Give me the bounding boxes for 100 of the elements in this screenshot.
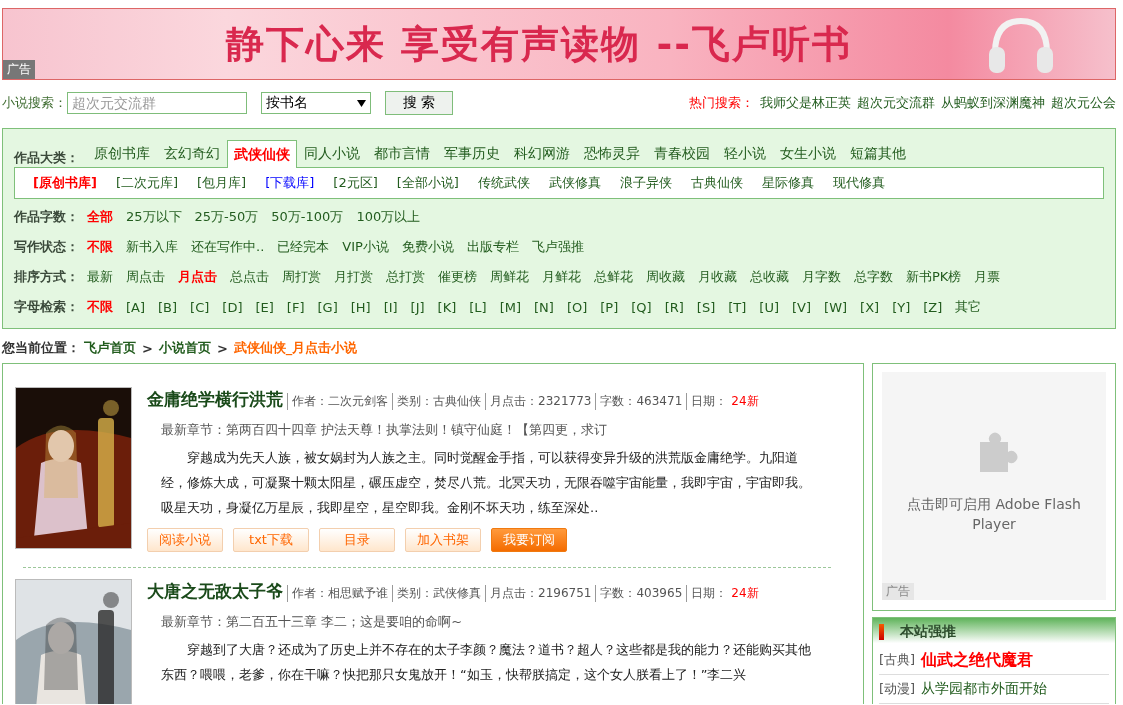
subcategory-link[interactable]: [原创书库]: [33, 174, 97, 192]
filter-option[interactable]: [C]: [190, 299, 210, 315]
filter-option[interactable]: [B]: [158, 299, 178, 315]
breadcrumb-link[interactable]: 小说首页: [158, 339, 211, 357]
filter-option[interactable]: [X]: [860, 299, 880, 315]
latest-chapter[interactable]: 最新章节：第两百四十四章 护法天尊！执掌法则！镇守仙庭！【第四更，求订: [161, 421, 851, 439]
filter-option[interactable]: 25万-50万: [194, 208, 259, 226]
filter-option[interactable]: 新书入库: [126, 238, 178, 256]
category-tab[interactable]: 同人小说: [297, 139, 367, 167]
filter-option[interactable]: [Q]: [631, 299, 652, 315]
filter-option[interactable]: [J]: [410, 299, 425, 315]
filter-option[interactable]: [T]: [728, 299, 747, 315]
filter-option[interactable]: [H]: [350, 299, 371, 315]
filter-option[interactable]: [I]: [383, 299, 398, 315]
search-field[interactable]: 超次元交流群: [67, 92, 247, 114]
filter-option[interactable]: [M]: [499, 299, 522, 315]
filter-option[interactable]: 免费小说: [401, 238, 454, 256]
filter-option[interactable]: 新书PK榜: [906, 268, 962, 286]
category-tab[interactable]: 科幻网游: [507, 139, 577, 167]
filter-option[interactable]: 月鲜花: [542, 268, 581, 286]
hot-search-link[interactable]: 从蚂蚁到深渊魔神: [941, 94, 1045, 112]
filter-option[interactable]: 总打赏: [386, 268, 425, 286]
subcategory-link[interactable]: [包月库]: [197, 174, 247, 192]
subcategory-link[interactable]: 浪子异侠: [619, 174, 672, 192]
recommend-link[interactable]: 从学园都市外面开始: [921, 680, 1048, 698]
latest-chapter[interactable]: 最新章节：第二百五十三章 李二；这是要咱的命啊~: [161, 613, 851, 631]
filter-option[interactable]: 周鲜花: [490, 268, 529, 286]
book-title[interactable]: 大唐之无敌太子爷: [147, 580, 283, 603]
filter-option[interactable]: 月票: [974, 268, 1001, 286]
filter-option[interactable]: 不限: [87, 238, 113, 256]
subcategory-link[interactable]: [全部小说]: [396, 174, 459, 192]
filter-option[interactable]: [Y]: [892, 299, 911, 315]
filter-option[interactable]: 催更榜: [438, 268, 477, 286]
filter-option[interactable]: [A]: [126, 299, 146, 315]
filter-option[interactable]: 已经完本: [277, 238, 330, 256]
filter-option[interactable]: 周打赏: [282, 268, 321, 286]
filter-option[interactable]: [O]: [566, 299, 588, 315]
filter-option[interactable]: 总收藏: [750, 268, 789, 286]
category-tab[interactable]: 玄幻奇幻: [157, 139, 227, 167]
banner-ad[interactable]: 静下心来 享受有声读物 --飞卢听书 广告: [2, 8, 1116, 80]
filter-option[interactable]: 25万以下: [126, 208, 182, 226]
filter-option[interactable]: 不限: [87, 298, 113, 316]
search-button[interactable]: 搜 索: [385, 91, 453, 115]
hot-search-link[interactable]: 超次元公会: [1051, 94, 1116, 112]
subcategory-link[interactable]: 传统武侠: [477, 174, 530, 192]
filter-option[interactable]: 月点击: [178, 268, 217, 286]
filter-option[interactable]: [F]: [286, 299, 305, 315]
filter-option[interactable]: [R]: [664, 299, 684, 315]
filter-option[interactable]: [V]: [792, 299, 812, 315]
hot-search-link[interactable]: 超次元交流群: [857, 94, 935, 112]
category-tab[interactable]: 都市言情: [367, 139, 437, 167]
filter-option[interactable]: [P]: [600, 299, 619, 315]
subcategory-link[interactable]: [2元区]: [333, 174, 378, 192]
filter-option[interactable]: 全部: [87, 208, 113, 226]
subcategory-link[interactable]: 古典仙侠: [690, 174, 743, 192]
filter-option[interactable]: [L]: [469, 299, 487, 315]
filter-option[interactable]: 周收藏: [646, 268, 685, 286]
breadcrumb-link[interactable]: 飞卢首页: [84, 339, 136, 357]
filter-option[interactable]: 月字数: [802, 268, 841, 286]
filter-option[interactable]: [G]: [317, 299, 338, 315]
filter-option[interactable]: 总鲜花: [594, 268, 633, 286]
book-title[interactable]: 金庸绝学横行洪荒: [147, 388, 283, 411]
category-tab[interactable]: 武侠仙侠: [227, 140, 297, 168]
filter-option[interactable]: [W]: [824, 299, 848, 315]
filter-option[interactable]: 50万-100万: [271, 208, 344, 226]
subcategory-link[interactable]: 武侠修真: [548, 174, 601, 192]
category-tab[interactable]: 女生小说: [773, 139, 843, 167]
filter-option[interactable]: [E]: [255, 299, 274, 315]
filter-option[interactable]: 飞卢强推: [531, 238, 584, 256]
recommend-link[interactable]: 仙武之绝代魔君: [921, 649, 1034, 671]
category-tab[interactable]: 短篇其他: [843, 139, 913, 167]
filter-option[interactable]: [Z]: [923, 299, 943, 315]
filter-option[interactable]: 周点击: [126, 268, 165, 286]
category-tab[interactable]: 原创书库: [87, 139, 157, 167]
filter-option[interactable]: 其它: [955, 298, 982, 316]
filter-option[interactable]: 总字数: [854, 268, 893, 286]
filter-option[interactable]: [U]: [759, 299, 780, 315]
filter-option[interactable]: 总点击: [230, 268, 269, 286]
subcategory-link[interactable]: [下载库]: [265, 174, 315, 192]
search-type-dropdown[interactable]: 按书名: [261, 92, 371, 114]
filter-option[interactable]: [D]: [222, 299, 243, 315]
flash-placeholder[interactable]: 点击即可启用 Adobe Flash Player 广告: [882, 372, 1106, 600]
category-tab[interactable]: 轻小说: [717, 139, 773, 167]
filter-option[interactable]: 月收藏: [698, 268, 737, 286]
filter-option[interactable]: [S]: [696, 299, 716, 315]
filter-option[interactable]: 还在写作中..: [191, 238, 265, 256]
category-tab[interactable]: 恐怖灵异: [577, 139, 647, 167]
filter-option[interactable]: VIP小说: [342, 238, 389, 256]
subcategory-link[interactable]: 现代修真: [832, 174, 885, 192]
filter-option[interactable]: 月打赏: [334, 268, 373, 286]
category-tab[interactable]: 青春校园: [647, 139, 717, 167]
subcategory-link[interactable]: [二次元库]: [115, 174, 179, 192]
hot-search-link[interactable]: 我师父是林正英: [760, 94, 851, 112]
filter-option[interactable]: 100万以上: [356, 208, 421, 226]
filter-option[interactable]: [N]: [534, 299, 554, 315]
category-tab[interactable]: 军事历史: [437, 139, 507, 167]
filter-option[interactable]: 出版专栏: [466, 238, 519, 256]
subcategory-link[interactable]: 星际修真: [761, 174, 814, 192]
filter-option[interactable]: [K]: [437, 299, 457, 315]
filter-option[interactable]: 最新: [87, 268, 113, 286]
